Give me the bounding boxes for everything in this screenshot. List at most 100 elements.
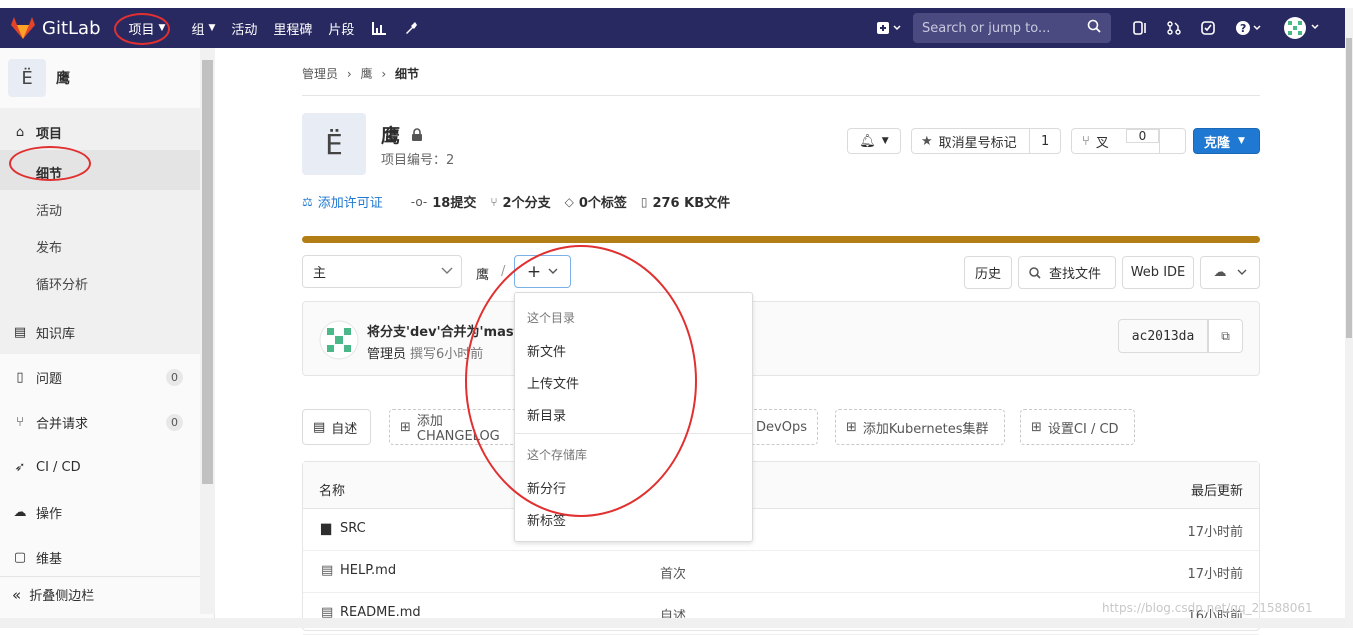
web-ide-button[interactable]: Web IDE [1122, 256, 1194, 289]
sidebar-item-label: CI / CD [36, 459, 81, 475]
divider [302, 95, 1260, 96]
author-avatar [319, 320, 359, 360]
sidebar-item-project[interactable]: ⌂ 项目 [0, 122, 200, 142]
sidebar-subitem-cycle-analytics[interactable]: 循环分析 [36, 274, 88, 293]
branches-link[interactable]: ⑂ 2个分支 [490, 192, 550, 212]
commit-message[interactable]: 将分支'dev'合并为'mast [367, 321, 520, 340]
readme-button[interactable]: ▤ 自述 [302, 409, 371, 445]
search-icon [1087, 19, 1101, 33]
files-link[interactable]: ▯ 276 KB文件 [641, 192, 730, 212]
sidebar-project-header[interactable]: Ë 鹰 [0, 48, 200, 108]
dropdown-header: 这个目录 [527, 311, 576, 325]
file-icon: ▤ [321, 563, 334, 578]
star-button[interactable]: ★ 取消星号标记 1 [911, 128, 1061, 154]
nav-milestones[interactable]: 里程碑 [273, 19, 312, 38]
add-changelog-button[interactable]: ⊞ 添加CHANGELOG [389, 409, 529, 445]
merge-request-icon[interactable] [1167, 21, 1181, 35]
sidebar-project-name: 鹰 [56, 71, 70, 87]
sidebar-subitem-details[interactable]: 细节 [36, 163, 62, 182]
nav-snippets-label: 片段 [328, 22, 355, 38]
nav-activity[interactable]: 活动 [231, 19, 257, 38]
dropdown-item-upload-file[interactable]: 上传文件 [527, 373, 579, 392]
dropdown-item-new-file[interactable]: 新文件 [527, 341, 566, 360]
collapse-sidebar-button[interactable]: « 折叠侧边栏 [0, 576, 200, 612]
gitlab-logo[interactable]: GitLab [10, 16, 101, 40]
breadcrumb-item[interactable]: 鹰 [360, 67, 372, 81]
chevron-down-icon: ▼ [158, 23, 166, 33]
find-file-button[interactable]: 查找文件 [1018, 256, 1116, 289]
sidebar-item-operations[interactable]: ☁ 操作 [0, 502, 200, 522]
nav-activity-label: 活动 [231, 22, 258, 38]
clone-button[interactable]: 克隆 ▼ [1193, 128, 1260, 154]
commit-sha[interactable]: ac2013da [1118, 319, 1208, 353]
new-item-icon[interactable] [877, 21, 903, 35]
user-avatar-icon[interactable] [1283, 16, 1321, 40]
download-button[interactable]: ☁ [1200, 256, 1260, 289]
setup-ci-cd-button[interactable]: ⊞ 设置CI / CD [1020, 409, 1135, 445]
folder-icon: ▆ [321, 521, 331, 536]
nav-milestones-label: 里程碑 [273, 22, 313, 38]
help-icon[interactable]: ? [1235, 20, 1263, 36]
tags-link[interactable]: ◇ 0个标签 [565, 192, 627, 212]
sidebar-scrollbar[interactable] [200, 48, 215, 614]
auto-devops-label: DevOps [756, 419, 807, 435]
add-to-tree-button[interactable]: + [514, 255, 571, 288]
star-icon: ★ [921, 133, 933, 149]
issues-icon[interactable] [1133, 21, 1147, 35]
fork-button[interactable]: ⑂ 叉 0 [1071, 128, 1186, 154]
book-icon: ▤ [13, 324, 27, 340]
repo-path[interactable]: 鹰 [476, 264, 489, 283]
commits-link[interactable]: -o- 18提交 [410, 192, 477, 212]
nav-groups-label: 组 [191, 22, 205, 38]
sidebar-subitem-activity[interactable]: 活动 [36, 200, 62, 219]
license-label: 添加许可证 [317, 196, 383, 211]
lock-icon [411, 128, 422, 141]
plus-icon: + [526, 261, 542, 282]
sidebar-scrollbar-thumb[interactable] [202, 60, 213, 484]
page-scrollbar[interactable] [1345, 8, 1353, 628]
dropdown-item-new-tag[interactable]: 新标签 [527, 510, 566, 529]
wrench-icon[interactable] [404, 21, 418, 35]
nav-groups[interactable]: 组 ▼ [191, 19, 215, 38]
table-row[interactable]: ▆ SRC 17小时前 [303, 509, 1259, 551]
project-stats: ⚖ 添加许可证 -o- 18提交 ⑂ 2个分支 ◇ 0个标签 ▯ 276 KB文件 [302, 192, 744, 212]
project-title: 鹰 [381, 125, 401, 147]
last-commit[interactable]: 首次 [660, 563, 686, 582]
search-placeholder: Search or jump to... [922, 20, 1051, 36]
page-scrollbar-thumb[interactable] [1346, 38, 1352, 338]
fork-label: 叉 [1095, 135, 1109, 151]
plus-square-icon: ⊞ [400, 419, 411, 435]
file-name[interactable]: SRC [340, 521, 366, 536]
branch-select[interactable]: 主 [302, 255, 462, 288]
cloud-icon: ☁ [13, 504, 27, 520]
breadcrumb-item[interactable]: 管理员 [302, 67, 338, 81]
sidebar-item-ci-cd[interactable]: ➶ CI / CD [0, 457, 200, 477]
table-header: 名称 最后更新 [303, 462, 1259, 509]
dropdown-item-new-directory[interactable]: 新目录 [527, 405, 566, 424]
chevron-down-icon: ▼ [208, 23, 216, 33]
notification-button[interactable]: 🔔︎ ▼ [847, 128, 901, 154]
history-button[interactable]: 历史 [964, 256, 1012, 289]
commit-icon: -o- [410, 194, 428, 209]
search-input[interactable]: Search or jump to... [913, 13, 1111, 43]
sidebar-item-repository[interactable]: ▤ 知识库 [0, 322, 200, 342]
add-kubernetes-button[interactable]: ⊞ 添加Kubernetes集群 [835, 409, 1005, 445]
merge-requests-count-badge: 0 [166, 414, 183, 431]
dropdown-item-new-branch[interactable]: 新分行 [527, 478, 566, 497]
setup-ci-cd-label: 设置CI / CD [1047, 421, 1119, 437]
file-icon: ▤ [313, 419, 326, 435]
file-name[interactable]: HELP.md [340, 563, 396, 578]
nav-snippets[interactable]: 片段 [328, 19, 354, 38]
chart-icon[interactable] [372, 21, 387, 35]
add-license-link[interactable]: ⚖ 添加许可证 [302, 192, 397, 212]
branch-icon: ⑂ [490, 194, 498, 209]
sidebar-item-label: 操作 [36, 506, 63, 522]
commit-author[interactable]: 管理员 [367, 343, 406, 362]
table-row[interactable]: ▤ HELP.md 首次 17小时前 [303, 551, 1259, 593]
sidebar-subitem-releases[interactable]: 发布 [36, 237, 62, 256]
add-changelog-label: 添加CHANGELOG [416, 414, 500, 444]
nav-projects[interactable]: 项目 ▼ [129, 19, 166, 38]
todos-icon[interactable] [1201, 21, 1215, 35]
copy-sha-button[interactable]: ⧉ [1208, 319, 1243, 353]
sidebar-item-wiki[interactable]: ▢ 维基 [0, 547, 200, 567]
